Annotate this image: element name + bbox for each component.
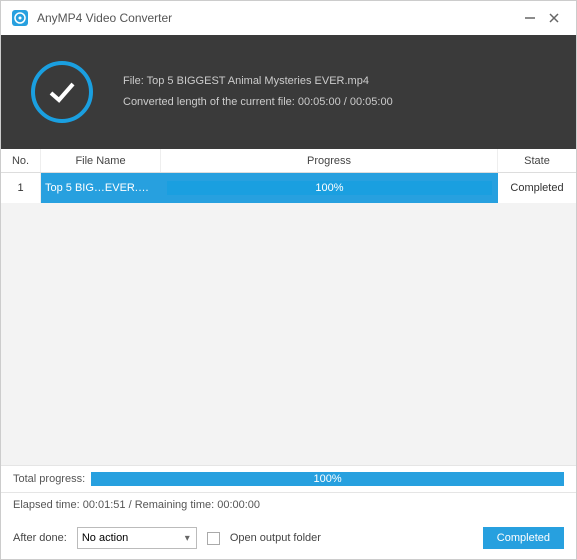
titlebar: AnyMP4 Video Converter (1, 1, 576, 35)
completed-button[interactable]: Completed (483, 527, 564, 549)
status-panel: File: Top 5 BIGGEST Animal Mysteries EVE… (1, 35, 576, 149)
row-progress: 100% (161, 181, 498, 195)
row-filename: Top 5 BIG…EVER.mp4 (41, 182, 161, 194)
close-button[interactable] (542, 6, 566, 30)
checkmark-icon (31, 61, 93, 123)
table-header: No. File Name Progress State (1, 149, 576, 173)
header-no: No. (1, 149, 41, 172)
header-filename: File Name (41, 149, 161, 172)
converted-length-label: Converted length of the current file: 00… (123, 92, 393, 113)
after-done-label: After done: (13, 532, 67, 544)
total-progress-label: Total progress: (13, 473, 85, 485)
row-state: Completed (498, 173, 576, 203)
open-output-checkbox[interactable] (207, 532, 220, 545)
table-row[interactable]: 1 Top 5 BIG…EVER.mp4 100% Completed (1, 173, 576, 203)
app-title: AnyMP4 Video Converter (37, 11, 518, 25)
header-state: State (498, 149, 576, 172)
open-output-label: Open output folder (230, 532, 321, 544)
after-done-value: No action (82, 532, 128, 544)
after-done-select[interactable]: No action (77, 527, 197, 549)
bottom-bar: After done: No action Open output folder… (1, 517, 576, 559)
table-body: 1 Top 5 BIG…EVER.mp4 100% Completed (1, 173, 576, 465)
row-no: 1 (1, 173, 41, 203)
time-info: Elapsed time: 00:01:51 / Remaining time:… (1, 492, 576, 517)
total-progress-text: 100% (91, 472, 564, 486)
total-progress-bar: 100% (91, 472, 564, 486)
header-progress: Progress (161, 149, 498, 172)
row-progress-text: 100% (167, 181, 492, 195)
total-progress-section: Total progress: 100% (1, 465, 576, 492)
minimize-button[interactable] (518, 6, 542, 30)
current-file-label: File: Top 5 BIGGEST Animal Mysteries EVE… (123, 71, 393, 92)
app-logo-icon (11, 9, 29, 27)
